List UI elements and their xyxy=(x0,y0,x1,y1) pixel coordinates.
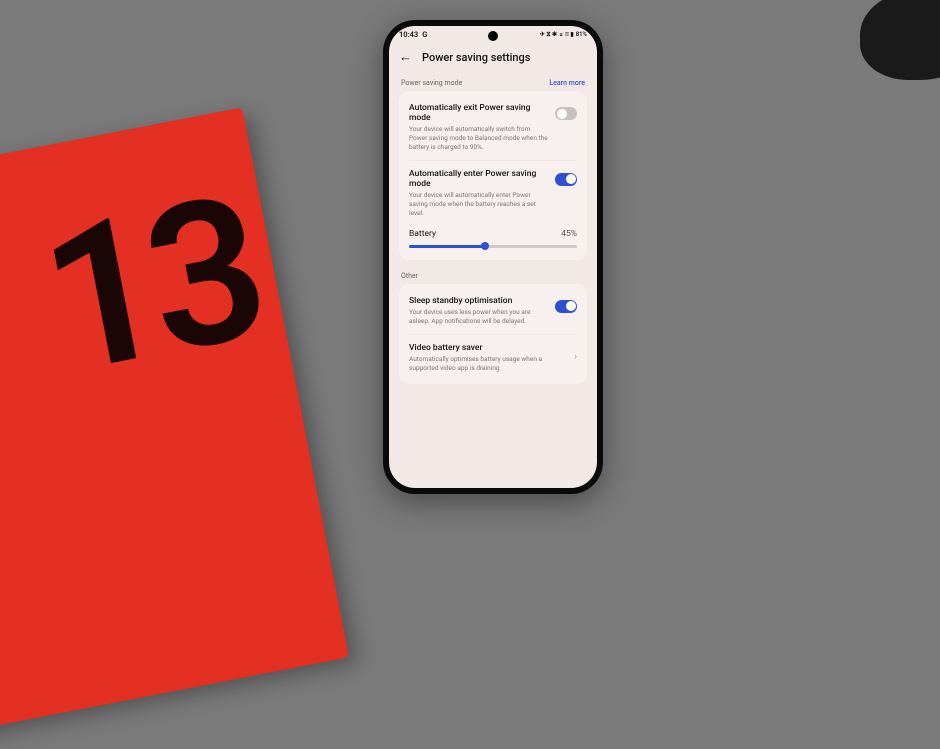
product-box: 13 xyxy=(0,107,349,748)
card-power-saving: Automatically exit Power saving mode You… xyxy=(399,91,587,260)
chevron-right-icon: › xyxy=(574,352,577,362)
toggle-auto-exit[interactable] xyxy=(555,107,577,120)
phone-screen: 10:43 G ✈ ⧖ ✱ ⌅ ⁝⁝ ▮ 81% ← Power saving … xyxy=(389,26,597,488)
setting-sleep-standby[interactable]: Sleep standby optimisation Your device u… xyxy=(409,292,577,330)
section-label: Other xyxy=(401,272,418,280)
setting-title: Automatically enter Power saving mode xyxy=(409,169,549,189)
background-object xyxy=(860,0,940,80)
status-time: 10:43 xyxy=(399,30,418,39)
setting-desc: Your device will automatically switch fr… xyxy=(409,125,549,151)
section-header-other: Other xyxy=(399,268,587,284)
setting-title: Video battery saver xyxy=(409,343,568,353)
toggle-auto-enter[interactable] xyxy=(555,173,577,186)
setting-desc: Your device will automatically enter Pow… xyxy=(409,191,549,217)
card-other: Sleep standby optimisation Your device u… xyxy=(399,284,587,384)
phone-frame: 10:43 G ✈ ⧖ ✱ ⌅ ⁝⁝ ▮ 81% ← Power saving … xyxy=(383,20,603,494)
toggle-sleep-standby[interactable] xyxy=(555,300,577,313)
status-icons: ✈ ⧖ ✱ ⌅ ⁝⁝ ▮ xyxy=(540,31,574,39)
slider-thumb[interactable] xyxy=(481,242,489,250)
slider-value: 45% xyxy=(561,229,577,239)
setting-battery-threshold: Battery 45% xyxy=(409,221,577,252)
setting-desc: Automatically optimises battery usage wh… xyxy=(409,355,568,373)
back-icon[interactable]: ← xyxy=(399,49,412,65)
setting-title: Sleep standby optimisation xyxy=(409,296,549,306)
section-header-mode: Power saving mode Learn more xyxy=(399,75,587,91)
setting-title: Automatically exit Power saving mode xyxy=(409,103,549,123)
slider-label: Battery xyxy=(409,229,436,239)
section-label: Power saving mode xyxy=(401,79,462,87)
page-header: ← Power saving settings xyxy=(389,41,597,75)
setting-desc: Your device uses less power when you are… xyxy=(409,308,549,326)
setting-auto-exit[interactable]: Automatically exit Power saving mode You… xyxy=(409,99,577,156)
page-title: Power saving settings xyxy=(422,51,530,64)
status-battery: 81% xyxy=(576,31,587,38)
status-extra: G xyxy=(422,30,427,39)
box-number: 13 xyxy=(25,150,275,420)
setting-auto-enter[interactable]: Automatically enter Power saving mode Yo… xyxy=(409,160,577,222)
camera-notch xyxy=(488,31,498,41)
setting-video-saver[interactable]: Video battery saver Automatically optimi… xyxy=(409,334,577,377)
battery-slider[interactable] xyxy=(409,245,577,248)
learn-more-link[interactable]: Learn more xyxy=(549,79,585,87)
